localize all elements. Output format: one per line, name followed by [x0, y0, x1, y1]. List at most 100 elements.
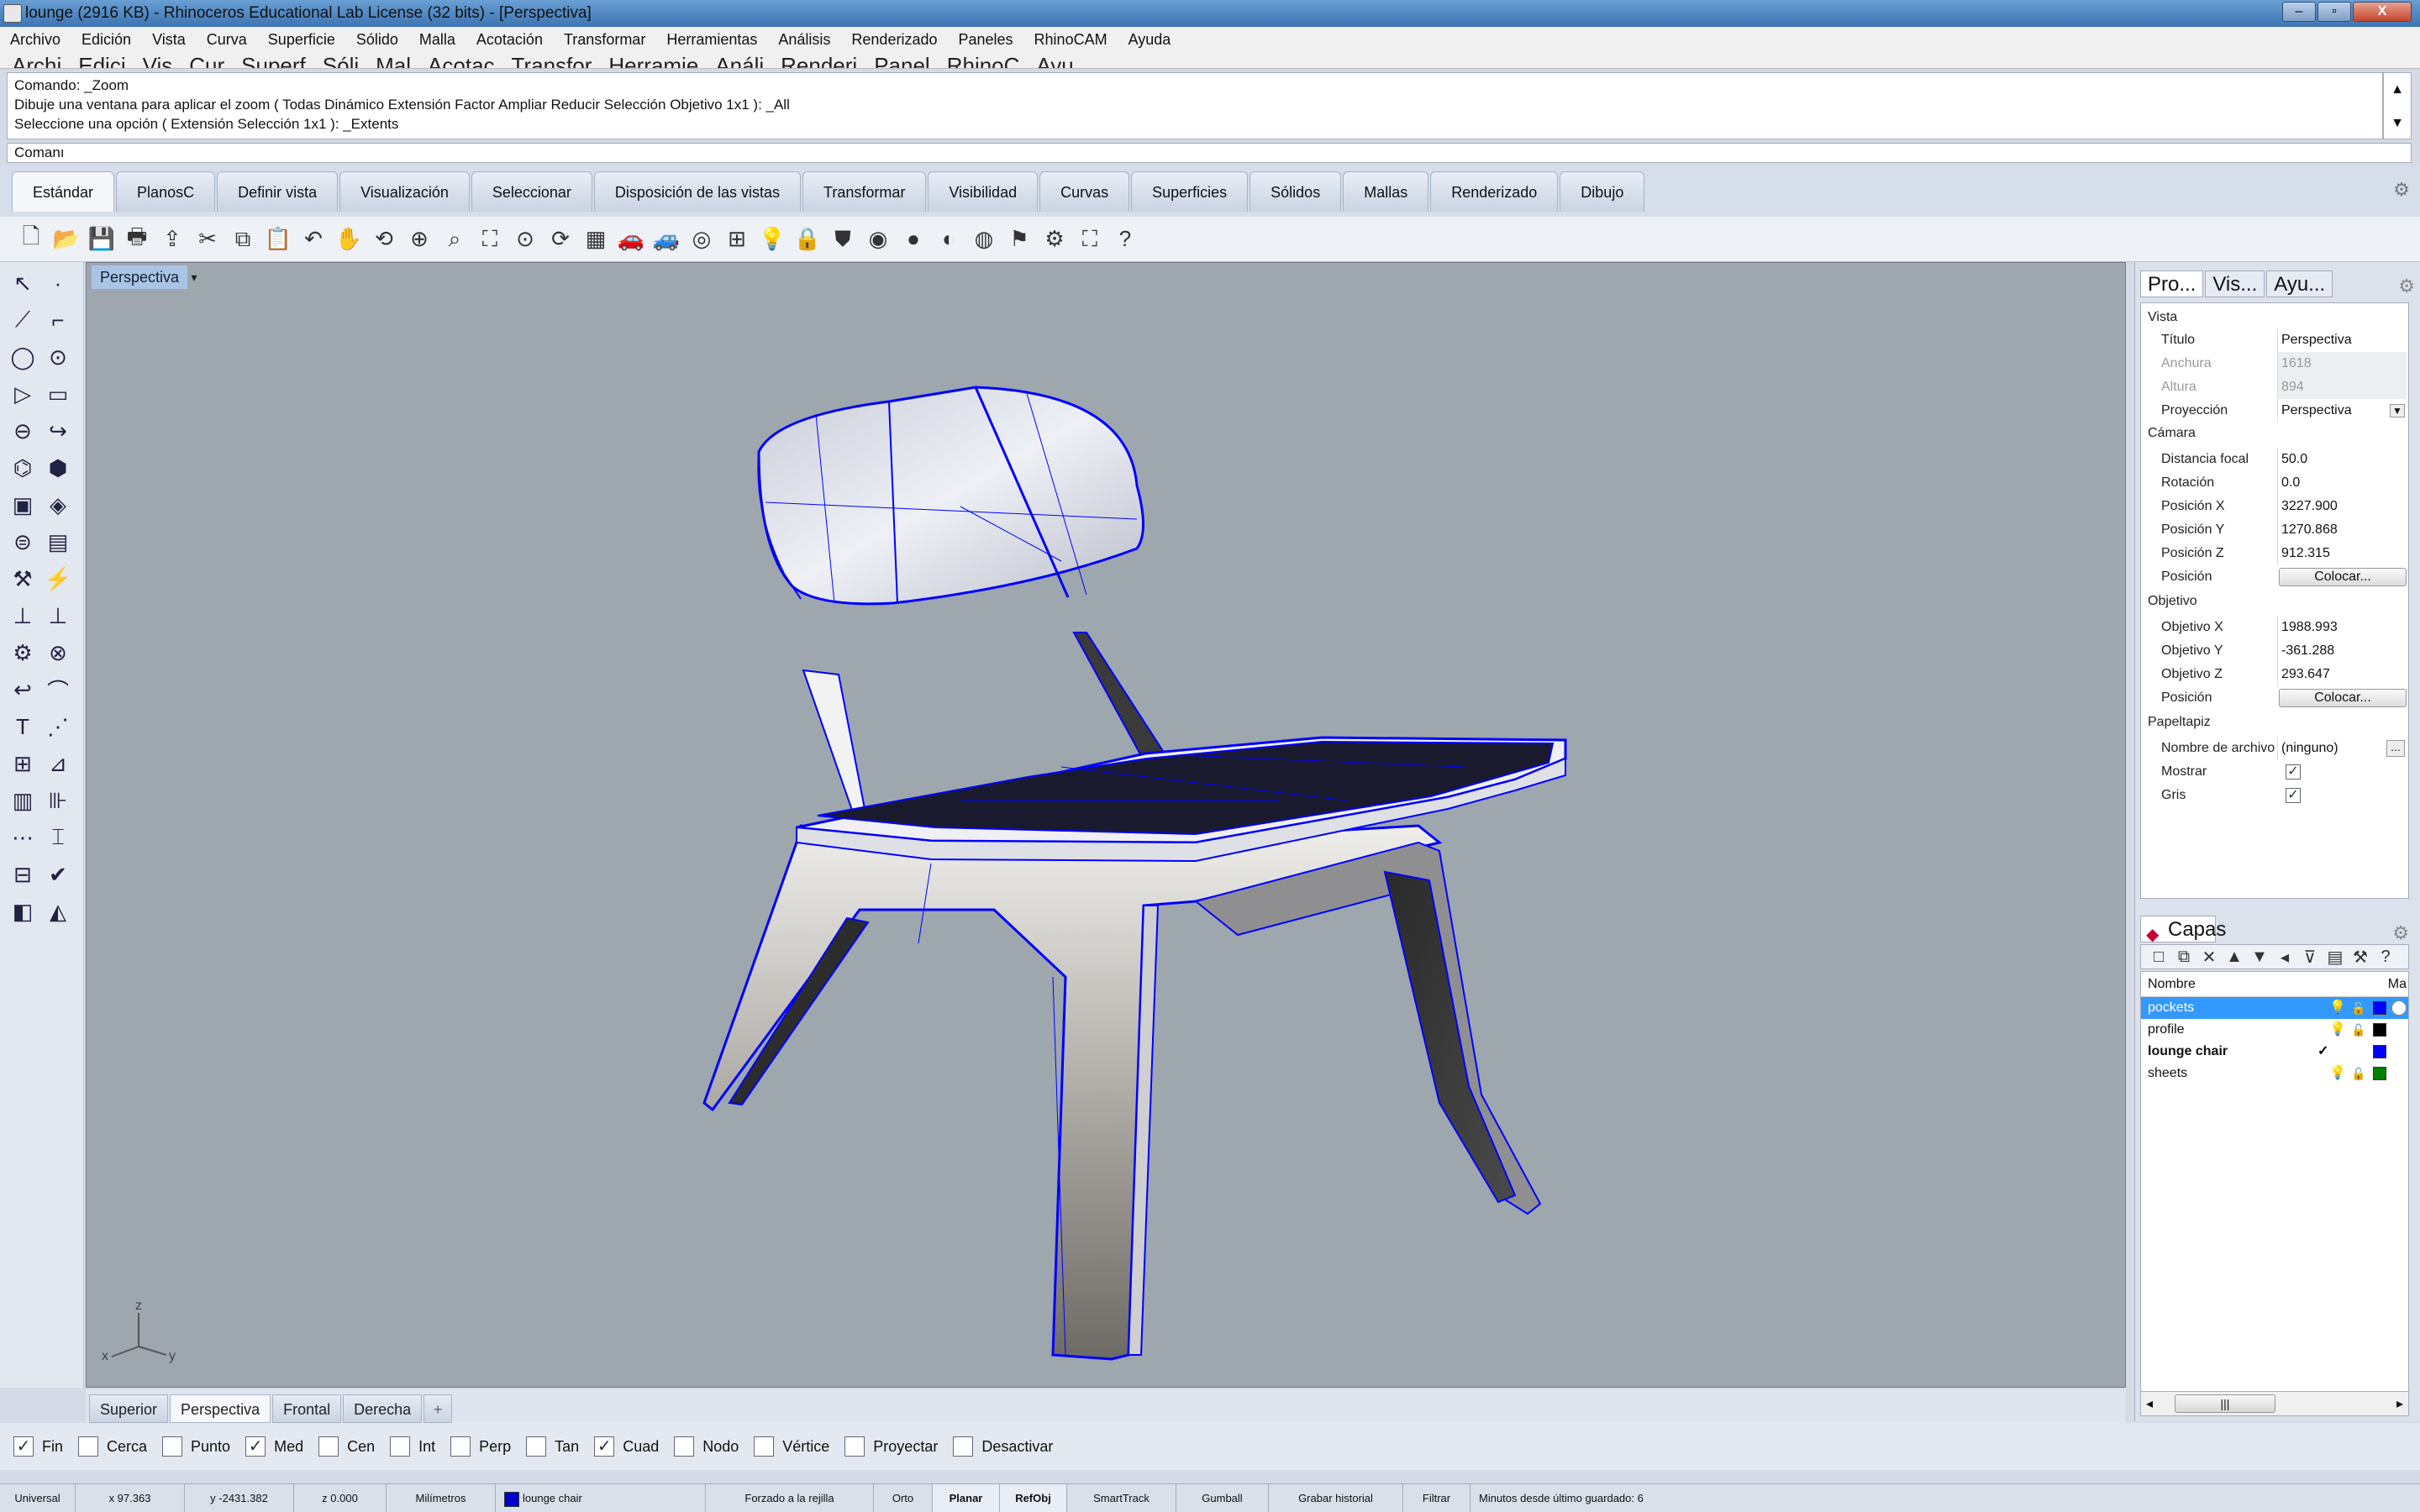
- tab-disposicion-de-las-vistas[interactable]: Disposición de las vistas: [593, 171, 802, 212]
- blue-sphere-icon[interactable]: ◍: [968, 223, 1000, 255]
- osnap-checkbox[interactable]: [318, 1436, 339, 1457]
- menu-malla[interactable]: Malla: [419, 27, 455, 52]
- point-icon[interactable]: ·: [42, 267, 74, 299]
- tab-curvas[interactable]: Curvas: [1039, 171, 1130, 212]
- browse-button[interactable]: ...: [2386, 740, 2405, 757]
- osnap-desactivar[interactable]: Desactivar: [953, 1436, 1053, 1457]
- osnap-vertice[interactable]: Vértice: [754, 1436, 829, 1457]
- target-place-button[interactable]: Colocar...: [2279, 689, 2407, 707]
- import-icon[interactable]: ⇪: [156, 223, 188, 255]
- menu-renderizado[interactable]: Renderizado: [851, 27, 937, 52]
- status-grid-snap[interactable]: Forzado a la rejilla: [706, 1484, 874, 1512]
- menu-paneles[interactable]: Paneles: [958, 27, 1013, 52]
- move-down-icon[interactable]: ▼: [2247, 948, 2272, 967]
- view-tab-superior[interactable]: Superior: [89, 1394, 169, 1423]
- osnap-checkbox[interactable]: [674, 1436, 695, 1457]
- osnap-tan[interactable]: Tan: [526, 1436, 579, 1457]
- target-icon[interactable]: ◎: [686, 223, 718, 255]
- help-icon[interactable]: ?: [1109, 223, 1141, 255]
- rotate-icon[interactable]: ⟳: [544, 223, 576, 255]
- move-up-icon[interactable]: ▲: [2222, 948, 2247, 967]
- view-tab-frontal[interactable]: Frontal: [272, 1394, 342, 1423]
- new-layer-icon[interactable]: □: [2146, 948, 2171, 967]
- car-icon[interactable]: 🚗: [615, 223, 647, 255]
- print-icon[interactable]: 🖶: [121, 223, 153, 255]
- curve-icon[interactable]: ↪: [42, 415, 74, 447]
- lightbulb-icon[interactable]: 💡: [2329, 1063, 2346, 1084]
- tab-display[interactable]: Vis...: [2205, 270, 2265, 297]
- status-gumball[interactable]: Gumball: [1176, 1484, 1269, 1512]
- osnap-checkbox[interactable]: [953, 1436, 974, 1457]
- unlock-icon[interactable]: 🔓: [2351, 1063, 2365, 1084]
- tab-solidos[interactable]: Sólidos: [1249, 171, 1342, 212]
- color-wheel-icon[interactable]: ◉: [862, 223, 894, 255]
- chair-model[interactable]: z x y: [87, 263, 2126, 1388]
- menu-vista[interactable]: Vista: [152, 27, 186, 52]
- paste-icon[interactable]: 📋: [262, 223, 294, 255]
- status-filter[interactable]: Filtrar: [1403, 1484, 1470, 1512]
- close-button[interactable]: X: [2353, 2, 2412, 22]
- zoom-window-icon[interactable]: ⌕: [439, 223, 471, 255]
- perspective-viewport[interactable]: Perspectiva ▾ z x y: [86, 262, 2126, 1388]
- view-tab-derecha[interactable]: Derecha: [343, 1394, 423, 1423]
- status-ortho[interactable]: Orto: [874, 1484, 933, 1512]
- gris-checkbox[interactable]: ✓: [2286, 788, 2301, 803]
- material-icon[interactable]: [2391, 1000, 2407, 1016]
- layer-row[interactable]: pockets 💡 🔓: [2141, 997, 2408, 1019]
- zoom-selected-icon[interactable]: ⊙: [509, 223, 541, 255]
- tab-superficies[interactable]: Superficies: [1131, 171, 1249, 212]
- osnap-checkbox[interactable]: [526, 1436, 547, 1457]
- layer-color-swatch[interactable]: [2373, 1023, 2386, 1037]
- osnap-checkbox[interactable]: [78, 1436, 99, 1457]
- osnap-cuad[interactable]: ✓ Cuad: [594, 1436, 659, 1457]
- tab-visibilidad[interactable]: Visibilidad: [928, 171, 1039, 212]
- split-icon[interactable]: ⊥: [42, 600, 74, 632]
- mesh-icon[interactable]: ▤: [42, 526, 74, 558]
- open-icon[interactable]: 📂: [50, 223, 82, 255]
- gear-icon[interactable]: ⚙: [2392, 922, 2409, 944]
- light-icon[interactable]: 💡: [756, 223, 788, 255]
- osnap-checkbox[interactable]: ✓: [594, 1436, 615, 1457]
- layer-icon[interactable]: ⊞: [721, 223, 753, 255]
- dimension-icon[interactable]: ⊪: [42, 785, 74, 816]
- camera-place-button[interactable]: Colocar...: [2279, 568, 2407, 586]
- menu-ayuda[interactable]: Ayuda: [1128, 27, 1171, 52]
- tab-planosc[interactable]: PlanosC: [116, 171, 216, 212]
- menu-edicion[interactable]: Edición: [82, 27, 131, 52]
- tab-seleccionar[interactable]: Seleccionar: [471, 171, 592, 212]
- menu-analisis[interactable]: Análisis: [778, 27, 830, 52]
- scroll-left-icon[interactable]: ◂: [2146, 1395, 2153, 1412]
- osnap-checkbox[interactable]: [450, 1436, 471, 1457]
- tab-visualizacion[interactable]: Visualización: [339, 171, 470, 212]
- gear-icon[interactable]: ⚙: [1039, 223, 1071, 255]
- tab-definir-vista[interactable]: Definir vista: [217, 171, 339, 212]
- maximize-button[interactable]: ▫: [2317, 2, 2351, 22]
- explode-icon[interactable]: ⚡: [42, 563, 74, 595]
- polyline-icon[interactable]: ⌐: [42, 304, 74, 336]
- menu-solido[interactable]: Sólido: [356, 27, 398, 52]
- osnap-checkbox[interactable]: [390, 1436, 411, 1457]
- menu-herramientas[interactable]: Herramientas: [666, 27, 757, 52]
- osnap-checkbox[interactable]: [844, 1436, 865, 1457]
- lightbulb-icon[interactable]: 💡: [2329, 1019, 2346, 1041]
- layer-row[interactable]: profile 💡 🔓: [2141, 1019, 2408, 1041]
- status-osnap[interactable]: RefObj: [1000, 1484, 1067, 1512]
- osnap-perp[interactable]: Perp: [450, 1436, 511, 1457]
- offset-icon[interactable]: ⌒: [42, 674, 74, 706]
- layer-color-swatch[interactable]: [2373, 1001, 2386, 1015]
- select-icon[interactable]: ↖: [7, 267, 39, 299]
- unlock-icon[interactable]: 🔓: [2351, 1019, 2365, 1041]
- zoom-icon[interactable]: ⊕: [403, 223, 435, 255]
- osnap-checkbox[interactable]: ✓: [245, 1436, 266, 1457]
- line-icon[interactable]: ⟋: [7, 304, 39, 336]
- gear-icon[interactable]: ⚙: [2391, 180, 2412, 200]
- analyze-icon[interactable]: ⊟: [7, 858, 39, 890]
- scroll-down-icon[interactable]: ▼: [2384, 107, 2411, 140]
- scroll-thumb[interactable]: |||: [2175, 1394, 2275, 1413]
- osnap-checkbox[interactable]: ✓: [13, 1436, 34, 1457]
- render-sphere-icon[interactable]: ◐: [933, 223, 965, 255]
- view-tab-perspectiva[interactable]: Perspectiva: [170, 1394, 271, 1423]
- command-input[interactable]: Comanı: [7, 143, 2412, 163]
- zoom-extents-icon[interactable]: ⛶: [474, 223, 506, 255]
- ellipse-icon[interactable]: ⊙: [42, 341, 74, 373]
